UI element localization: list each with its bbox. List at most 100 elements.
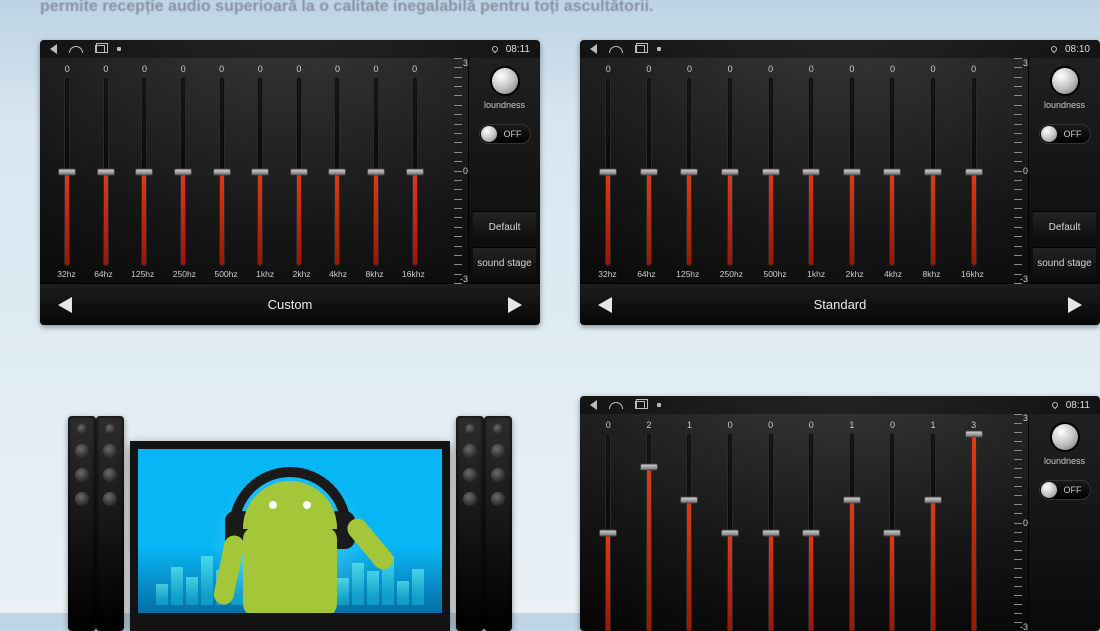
- scale-label: 0: [463, 166, 468, 176]
- eq-slider[interactable]: [48, 78, 87, 265]
- eq-slider[interactable]: [791, 78, 832, 265]
- recent-apps-icon[interactable]: [95, 45, 105, 53]
- location-icon: [490, 45, 498, 53]
- eq-slider[interactable]: [318, 78, 357, 265]
- preset-next-icon[interactable]: [508, 297, 522, 313]
- toggle-thumb-icon: [1041, 126, 1057, 142]
- eq-slider[interactable]: [241, 78, 280, 265]
- eq-slider[interactable]: [710, 434, 751, 631]
- home-icon[interactable]: [69, 46, 83, 53]
- preset-prev-icon[interactable]: [598, 297, 612, 313]
- equalizer-panel-partial: 08:11 0210001013: [580, 396, 1100, 631]
- back-icon[interactable]: [590, 44, 597, 54]
- loudness-toggle[interactable]: OFF: [1039, 124, 1091, 144]
- eq-slider[interactable]: [669, 434, 710, 631]
- eq-slider[interactable]: [953, 78, 994, 265]
- eq-slider[interactable]: [750, 78, 791, 265]
- back-icon[interactable]: [590, 400, 597, 410]
- eq-slider[interactable]: [832, 78, 873, 265]
- eq-value: 0: [65, 64, 70, 74]
- eq-band-label: 2khz: [293, 269, 311, 279]
- eq-band-label: 8khz: [366, 269, 384, 279]
- tv-screen: [130, 441, 450, 631]
- eq-band-label: 32hz: [57, 269, 75, 279]
- eq-slider[interactable]: [791, 434, 832, 631]
- notification-icon: [657, 403, 661, 407]
- clock: 08:10: [1065, 44, 1090, 55]
- recent-apps-icon[interactable]: [635, 45, 645, 53]
- eq-slider[interactable]: [588, 78, 629, 265]
- eq-slider[interactable]: [832, 434, 873, 631]
- eq-band-label: 1khz: [807, 269, 825, 279]
- eq-slider[interactable]: [629, 78, 670, 265]
- home-icon[interactable]: [609, 46, 623, 53]
- preset-prev-icon[interactable]: [58, 297, 72, 313]
- eq-value: 2: [646, 420, 651, 430]
- sound-stage-button[interactable]: sound stage: [473, 247, 536, 279]
- preset-next-icon[interactable]: [1068, 297, 1082, 313]
- toggle-thumb-icon: [1041, 482, 1057, 498]
- eq-value: 0: [181, 64, 186, 74]
- clock: 08:11: [1066, 400, 1090, 411]
- loudness-toggle[interactable]: OFF: [479, 124, 531, 144]
- eq-band-label: 4khz: [884, 269, 902, 279]
- eq-slider[interactable]: [913, 78, 954, 265]
- eq-band-label: 250hz: [173, 269, 196, 279]
- scale-label: -3: [1020, 274, 1028, 284]
- eq-slider[interactable]: [588, 434, 629, 631]
- eq-slider[interactable]: [750, 434, 791, 631]
- eq-slider[interactable]: [357, 78, 396, 265]
- default-button[interactable]: Default: [473, 211, 536, 243]
- location-icon: [1050, 45, 1058, 53]
- eq-band-labels: 32hz64hz125hz250hz500hz1khz2khz4khz8khz1…: [46, 267, 436, 283]
- eq-slider[interactable]: [953, 434, 994, 631]
- scale-label: 3: [1023, 413, 1028, 423]
- eq-slider-row: [586, 430, 996, 631]
- loudness-knob[interactable]: [1052, 68, 1078, 94]
- toggle-thumb-icon: [481, 126, 497, 142]
- eq-band-label: 250hz: [720, 269, 743, 279]
- recent-apps-icon[interactable]: [635, 401, 645, 409]
- eq-slider[interactable]: [87, 78, 126, 265]
- eq-value: 0: [335, 64, 340, 74]
- eq-side-panel: loundness OFF: [1028, 414, 1100, 631]
- eq-value: 0: [606, 64, 611, 74]
- loudness-toggle[interactable]: OFF: [1039, 480, 1091, 500]
- eq-value: 0: [890, 64, 895, 74]
- default-button[interactable]: Default: [1033, 211, 1096, 243]
- sound-stage-button[interactable]: sound stage: [1033, 247, 1096, 279]
- eq-slider[interactable]: [164, 78, 203, 265]
- eq-slider[interactable]: [710, 78, 751, 265]
- eq-slider[interactable]: [872, 78, 913, 265]
- eq-band-label: 16khz: [402, 269, 425, 279]
- eq-slider[interactable]: [629, 434, 670, 631]
- eq-value-row: 0000000000: [46, 62, 436, 74]
- toggle-text: OFF: [1064, 129, 1082, 139]
- loudness-knob[interactable]: [492, 68, 518, 94]
- back-icon[interactable]: [50, 44, 57, 54]
- eq-slider[interactable]: [280, 78, 319, 265]
- eq-slider[interactable]: [202, 78, 241, 265]
- eq-slider[interactable]: [872, 434, 913, 631]
- eq-value: 0: [728, 64, 733, 74]
- eq-slider[interactable]: [913, 434, 954, 631]
- speaker-tower-icon: [96, 416, 124, 631]
- eq-slider[interactable]: [395, 78, 434, 265]
- eq-slider[interactable]: [669, 78, 710, 265]
- eq-slider[interactable]: [125, 78, 164, 265]
- eq-value: 0: [971, 64, 976, 74]
- notification-icon: [117, 47, 121, 51]
- eq-band-label: 32hz: [598, 269, 616, 279]
- eq-value: 0: [258, 64, 263, 74]
- status-bar: 08:10: [580, 40, 1100, 58]
- loudness-label: loundness: [1044, 456, 1085, 466]
- eq-value: 0: [890, 420, 895, 430]
- eq-value: 3: [971, 420, 976, 430]
- eq-value: 0: [849, 64, 854, 74]
- eq-band-label: 500hz: [214, 269, 237, 279]
- eq-band-label: 16khz: [961, 269, 984, 279]
- android-mascot-icon: [215, 474, 365, 619]
- eq-value-row: 0000000000: [586, 62, 996, 74]
- loudness-knob[interactable]: [1052, 424, 1078, 450]
- home-icon[interactable]: [609, 402, 623, 409]
